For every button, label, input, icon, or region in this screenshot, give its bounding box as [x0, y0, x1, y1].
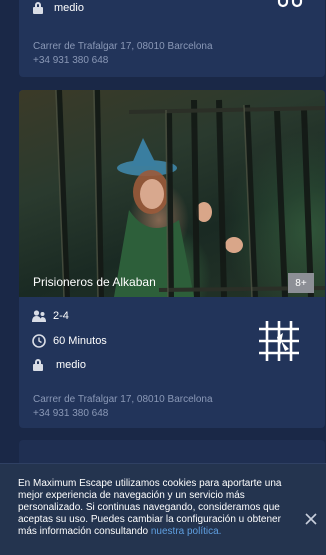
cookie-text: En Maximum Escape utilizamos cookies par…: [18, 478, 282, 537]
room-title[interactable]: Prisioneros de Alkaban: [33, 275, 156, 289]
room-card[interactable]: Prisioneros de Alkaban 8+ 2-4 60 Minutos…: [19, 90, 325, 428]
lock-icon: [32, 2, 44, 14]
prison-bars-image: [55, 90, 325, 297]
clock-icon: [32, 334, 46, 348]
players-label: 2-4: [53, 310, 69, 322]
difficulty-row: medio: [32, 2, 84, 14]
people-icon: [32, 310, 46, 322]
difficulty-label: medio: [56, 359, 86, 371]
difficulty-label: medio: [54, 2, 84, 14]
phone-text[interactable]: +34 931 380 648: [33, 407, 108, 421]
age-badge: 8+: [288, 273, 314, 293]
address-text: Carrer de Trafalgar 17, 08010 Barcelona: [33, 394, 213, 405]
address-text: Carrer de Trafalgar 17, 08010 Barcelona: [33, 41, 213, 52]
grid-cage-icon: [259, 321, 299, 361]
cookie-message: En Maximum Escape utilizamos cookies par…: [18, 478, 300, 538]
page: medio Carrer de Trafalgar 17, 08010 Barc…: [0, 0, 326, 555]
phone-text[interactable]: +34 931 380 648: [33, 54, 108, 68]
lock-icon: [32, 359, 44, 371]
duration-row: 60 Minutos: [32, 334, 107, 348]
players-row: 2-4: [32, 309, 69, 323]
room-photo[interactable]: Prisioneros de Alkaban 8+: [19, 90, 325, 297]
cookie-banner: En Maximum Escape utilizamos cookies par…: [0, 463, 326, 555]
close-icon[interactable]: [304, 512, 318, 526]
room-card-previous[interactable]: medio Carrer de Trafalgar 17, 08010 Barc…: [19, 0, 325, 77]
difficulty-row: medio: [32, 359, 86, 371]
duration-label: 60 Minutos: [53, 335, 107, 347]
privacy-policy-link[interactable]: nuestra política.: [151, 526, 222, 537]
room-type-icon: [277, 0, 303, 8]
